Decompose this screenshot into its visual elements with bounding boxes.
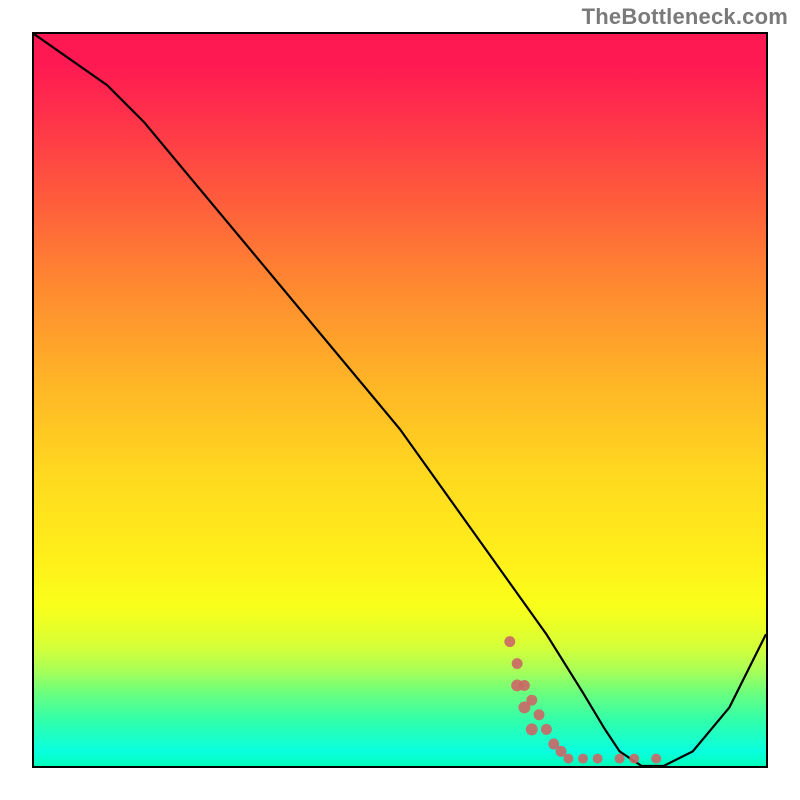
chart-container: TheBottleneck.com xyxy=(0,0,800,800)
watermark-text: TheBottleneck.com xyxy=(582,4,788,30)
dotted-highlight xyxy=(34,34,766,766)
plot-area xyxy=(32,32,768,768)
